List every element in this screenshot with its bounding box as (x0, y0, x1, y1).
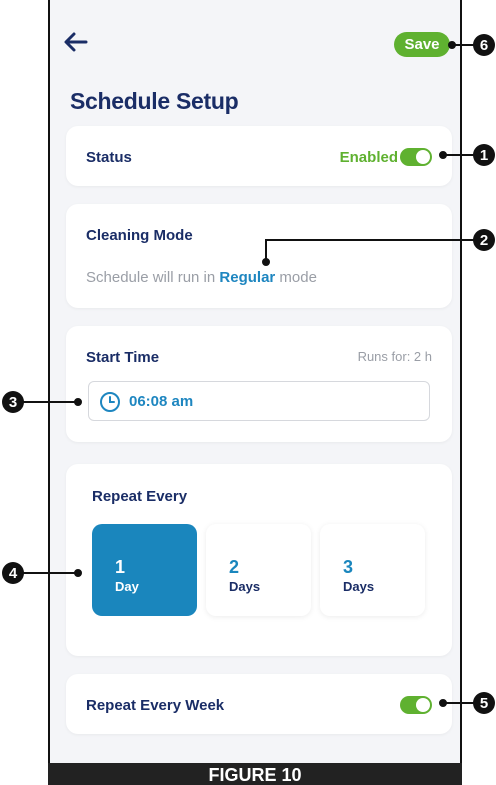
option-unit: Days (343, 579, 375, 594)
status-value: Enabled (339, 149, 398, 166)
start-time-value: 06:08 am (129, 393, 194, 410)
repeat-every-label: Repeat Every (92, 488, 188, 505)
callout-6: 6 (480, 37, 488, 54)
cleaning-mode-card: Cleaning Mode Schedule will run in Regul… (66, 204, 452, 308)
callout-marker-4 (2, 562, 24, 584)
option-number: 1 (115, 557, 126, 577)
clock-icon (100, 392, 120, 412)
start-time-card: Start Time Runs for: 2 h 06:08 am (66, 326, 452, 442)
option-number: 2 (229, 557, 240, 577)
callout-1: 1 (480, 147, 488, 164)
back-arrow-icon[interactable] (62, 30, 90, 54)
phone-screen: Save Schedule Setup Status Enabled Clean… (48, 0, 462, 785)
toggle-knob (416, 698, 430, 712)
callout-marker-6 (473, 34, 495, 56)
mode-text-before: Schedule will run in (86, 269, 220, 286)
repeat-week-toggle[interactable] (400, 696, 432, 714)
repeat-week-card: Repeat Every Week (66, 674, 452, 734)
page-title: Schedule Setup (70, 88, 239, 114)
callout-4: 4 (9, 565, 18, 582)
mode-text-after: mode (275, 269, 317, 286)
repeat-option-3-days[interactable]: 3 Days (320, 524, 425, 616)
callout-marker-2 (473, 229, 495, 251)
start-time-label: Start Time (86, 349, 160, 366)
cleaning-mode-label: Cleaning Mode (86, 227, 193, 244)
option-number: 3 (343, 557, 354, 577)
status-toggle[interactable] (400, 148, 432, 166)
callout-2: 2 (480, 232, 488, 249)
toggle-knob (416, 150, 430, 164)
runs-for-text: Runs for: 2 h (357, 349, 432, 364)
callout-marker-1 (473, 144, 495, 166)
callout-5: 5 (480, 695, 488, 712)
cleaning-mode-link[interactable]: Regular (219, 269, 275, 286)
figure-caption: FIGURE 10 (48, 763, 462, 785)
repeat-option-2-days[interactable]: 2 Days (206, 524, 311, 616)
repeat-every-card: Repeat Every 1 Day 2 Days 3 Days (66, 464, 452, 656)
save-button[interactable]: Save (394, 32, 450, 57)
repeat-option-1-day[interactable]: 1 Day (92, 524, 197, 616)
option-unit: Day (115, 579, 139, 594)
callout-marker-3 (2, 391, 24, 413)
start-time-field[interactable]: 06:08 am (88, 381, 430, 421)
repeat-week-label: Repeat Every Week (86, 697, 225, 714)
callout-3: 3 (9, 394, 17, 411)
option-unit: Days (229, 579, 261, 594)
status-card: Status Enabled (66, 126, 452, 186)
callout-marker-5 (473, 692, 495, 714)
status-label: Status (86, 149, 132, 166)
cleaning-mode-text: Schedule will run in Regular mode (86, 269, 317, 286)
